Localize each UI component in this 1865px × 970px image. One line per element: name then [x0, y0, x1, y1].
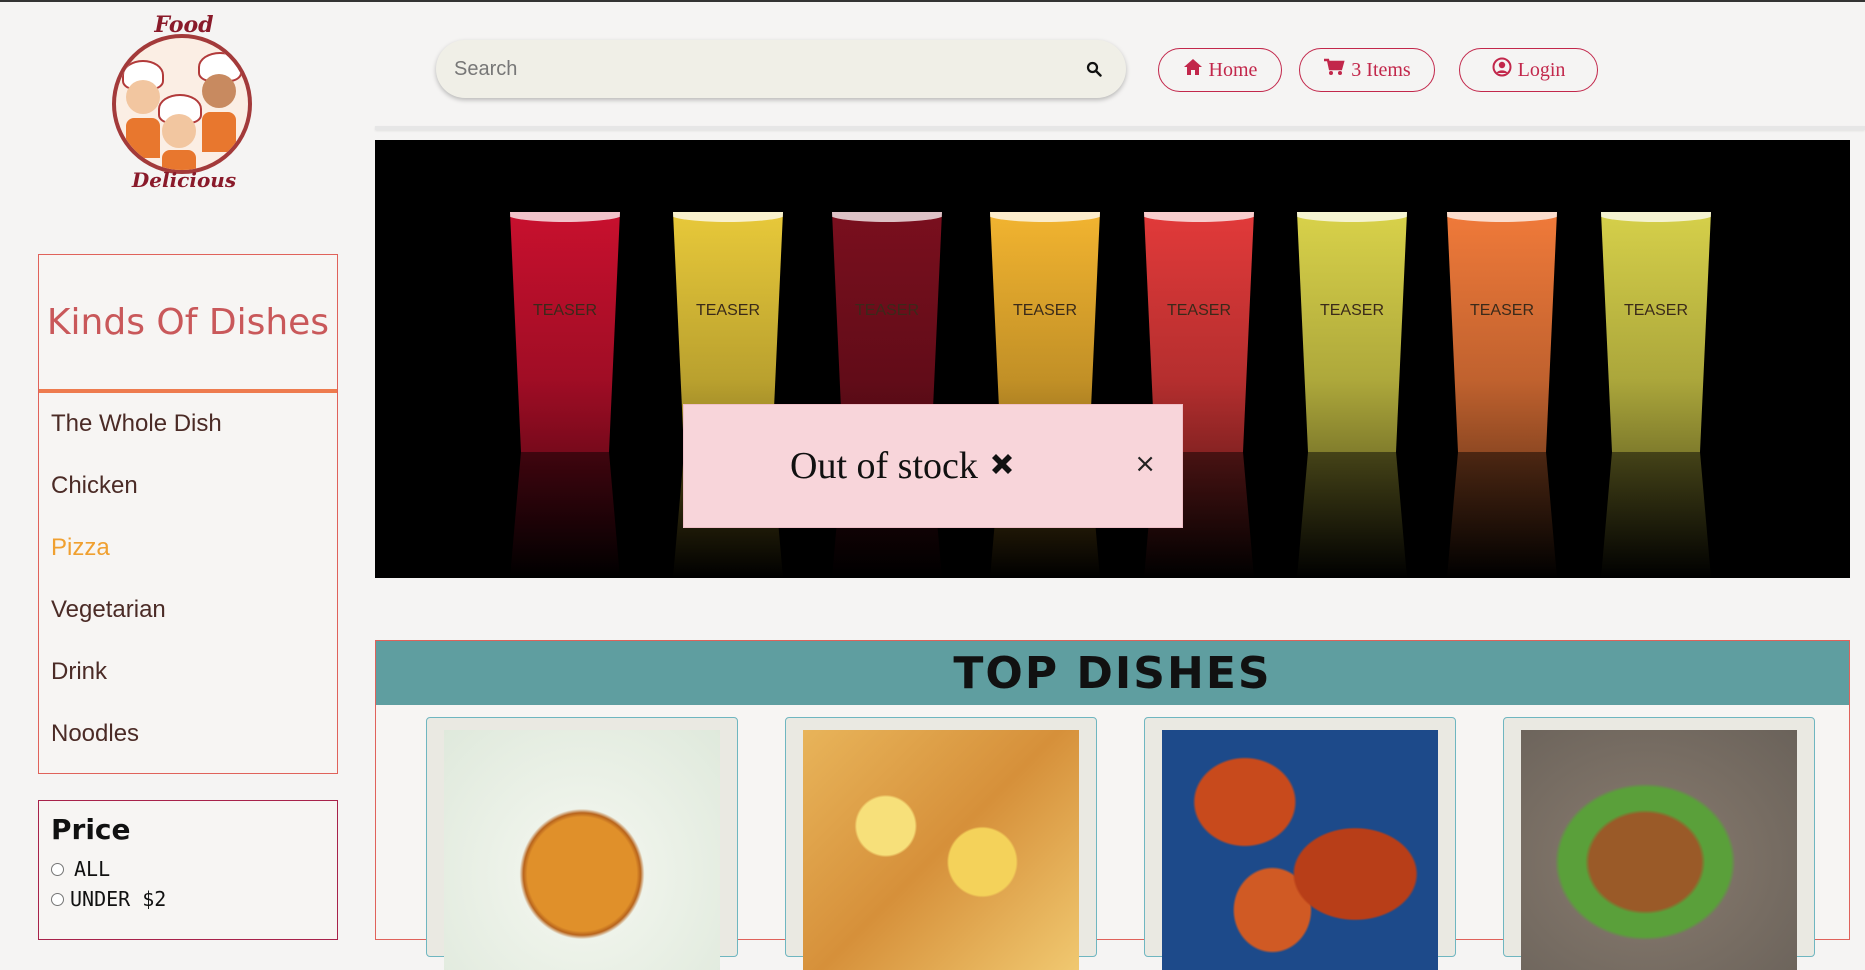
price-option-label: UNDER $2 — [70, 887, 167, 911]
cup-brand-text: TEASER — [695, 302, 760, 319]
category-item-chicken[interactable]: Chicken — [39, 455, 337, 517]
price-option-label: ALL — [74, 857, 111, 881]
cup-brand-text: TEASER — [1623, 302, 1688, 319]
logo-bottom-text: Delicious — [131, 168, 237, 192]
price-radio-under-2[interactable] — [51, 892, 64, 906]
drink-cup: TEASER — [1447, 212, 1557, 452]
category-list: The Whole Dish Chicken Pizza Vegetarian … — [39, 393, 337, 765]
cart-button[interactable]: 3 Items — [1299, 48, 1435, 92]
roast-chicken-image — [1521, 730, 1797, 970]
category-item-drink[interactable]: Drink — [39, 641, 337, 703]
pizza-image — [803, 730, 1079, 970]
cup-brand-text: TEASER — [854, 302, 919, 319]
cart-icon — [1323, 58, 1345, 82]
home-button[interactable]: Home — [1158, 48, 1282, 92]
grilled-chicken-image — [1162, 730, 1438, 970]
login-button[interactable]: Login — [1459, 48, 1598, 92]
close-icon[interactable]: × — [1134, 449, 1156, 479]
category-item-whole-dish[interactable]: The Whole Dish — [39, 393, 337, 455]
dish-card[interactable] — [1144, 717, 1456, 970]
price-title: Price — [51, 813, 131, 846]
cup-brand-text: TEASER — [532, 302, 597, 319]
user-circle-icon — [1492, 57, 1512, 83]
x-mark-icon — [988, 444, 1016, 488]
category-item-noodles[interactable]: Noodles — [39, 703, 337, 765]
brand-logo[interactable]: Food Delicious — [104, 12, 264, 202]
cup-brand-text: TEASER — [1469, 302, 1534, 319]
cup-reflection — [510, 452, 620, 578]
toast-message: Out of stock — [790, 444, 1016, 488]
drink-cup: TEASER — [510, 212, 620, 452]
login-label: Login — [1517, 58, 1566, 81]
dish-card[interactable] — [426, 717, 738, 970]
search-icon[interactable] — [1082, 57, 1106, 81]
cup-brand-text: TEASER — [1012, 302, 1077, 319]
price-option-all[interactable]: ALL — [51, 854, 325, 884]
drink-cup: TEASER — [1601, 212, 1711, 452]
cup-reflection — [1601, 452, 1711, 578]
logo-circle — [112, 34, 252, 174]
fried-chicken-image — [444, 730, 720, 970]
cup-reflection — [1297, 452, 1407, 578]
out-of-stock-toast: Out of stock × — [683, 404, 1183, 528]
search-bar — [436, 40, 1126, 98]
top-dishes-section: TOP DISHES — [375, 640, 1850, 970]
cart-label: 3 Items — [1351, 58, 1411, 81]
price-filter-panel: Price ALL UNDER $2 — [38, 800, 338, 940]
cup-brand-text: TEASER — [1166, 302, 1231, 319]
search-input[interactable] — [452, 56, 1082, 82]
cup-brand-text: TEASER — [1319, 302, 1384, 319]
header-divider — [375, 126, 1865, 130]
toast-text: Out of stock — [790, 445, 978, 487]
category-item-vegetarian[interactable]: Vegetarian — [39, 579, 337, 641]
home-icon — [1183, 58, 1203, 82]
dish-categories-panel: Kinds Of Dishes The Whole Dish Chicken P… — [38, 254, 338, 774]
category-item-pizza[interactable]: Pizza — [39, 517, 337, 579]
dish-card[interactable] — [1503, 717, 1815, 970]
price-radio-all[interactable] — [51, 862, 64, 876]
home-label: Home — [1208, 58, 1258, 81]
drink-cup: TEASER — [1297, 212, 1407, 452]
top-dishes-title: TOP DISHES — [376, 641, 1849, 705]
categories-title: Kinds Of Dishes — [39, 255, 337, 393]
dish-card[interactable] — [785, 717, 1097, 970]
price-option-under-2[interactable]: UNDER $2 — [51, 884, 325, 914]
cup-reflection — [1447, 452, 1557, 578]
